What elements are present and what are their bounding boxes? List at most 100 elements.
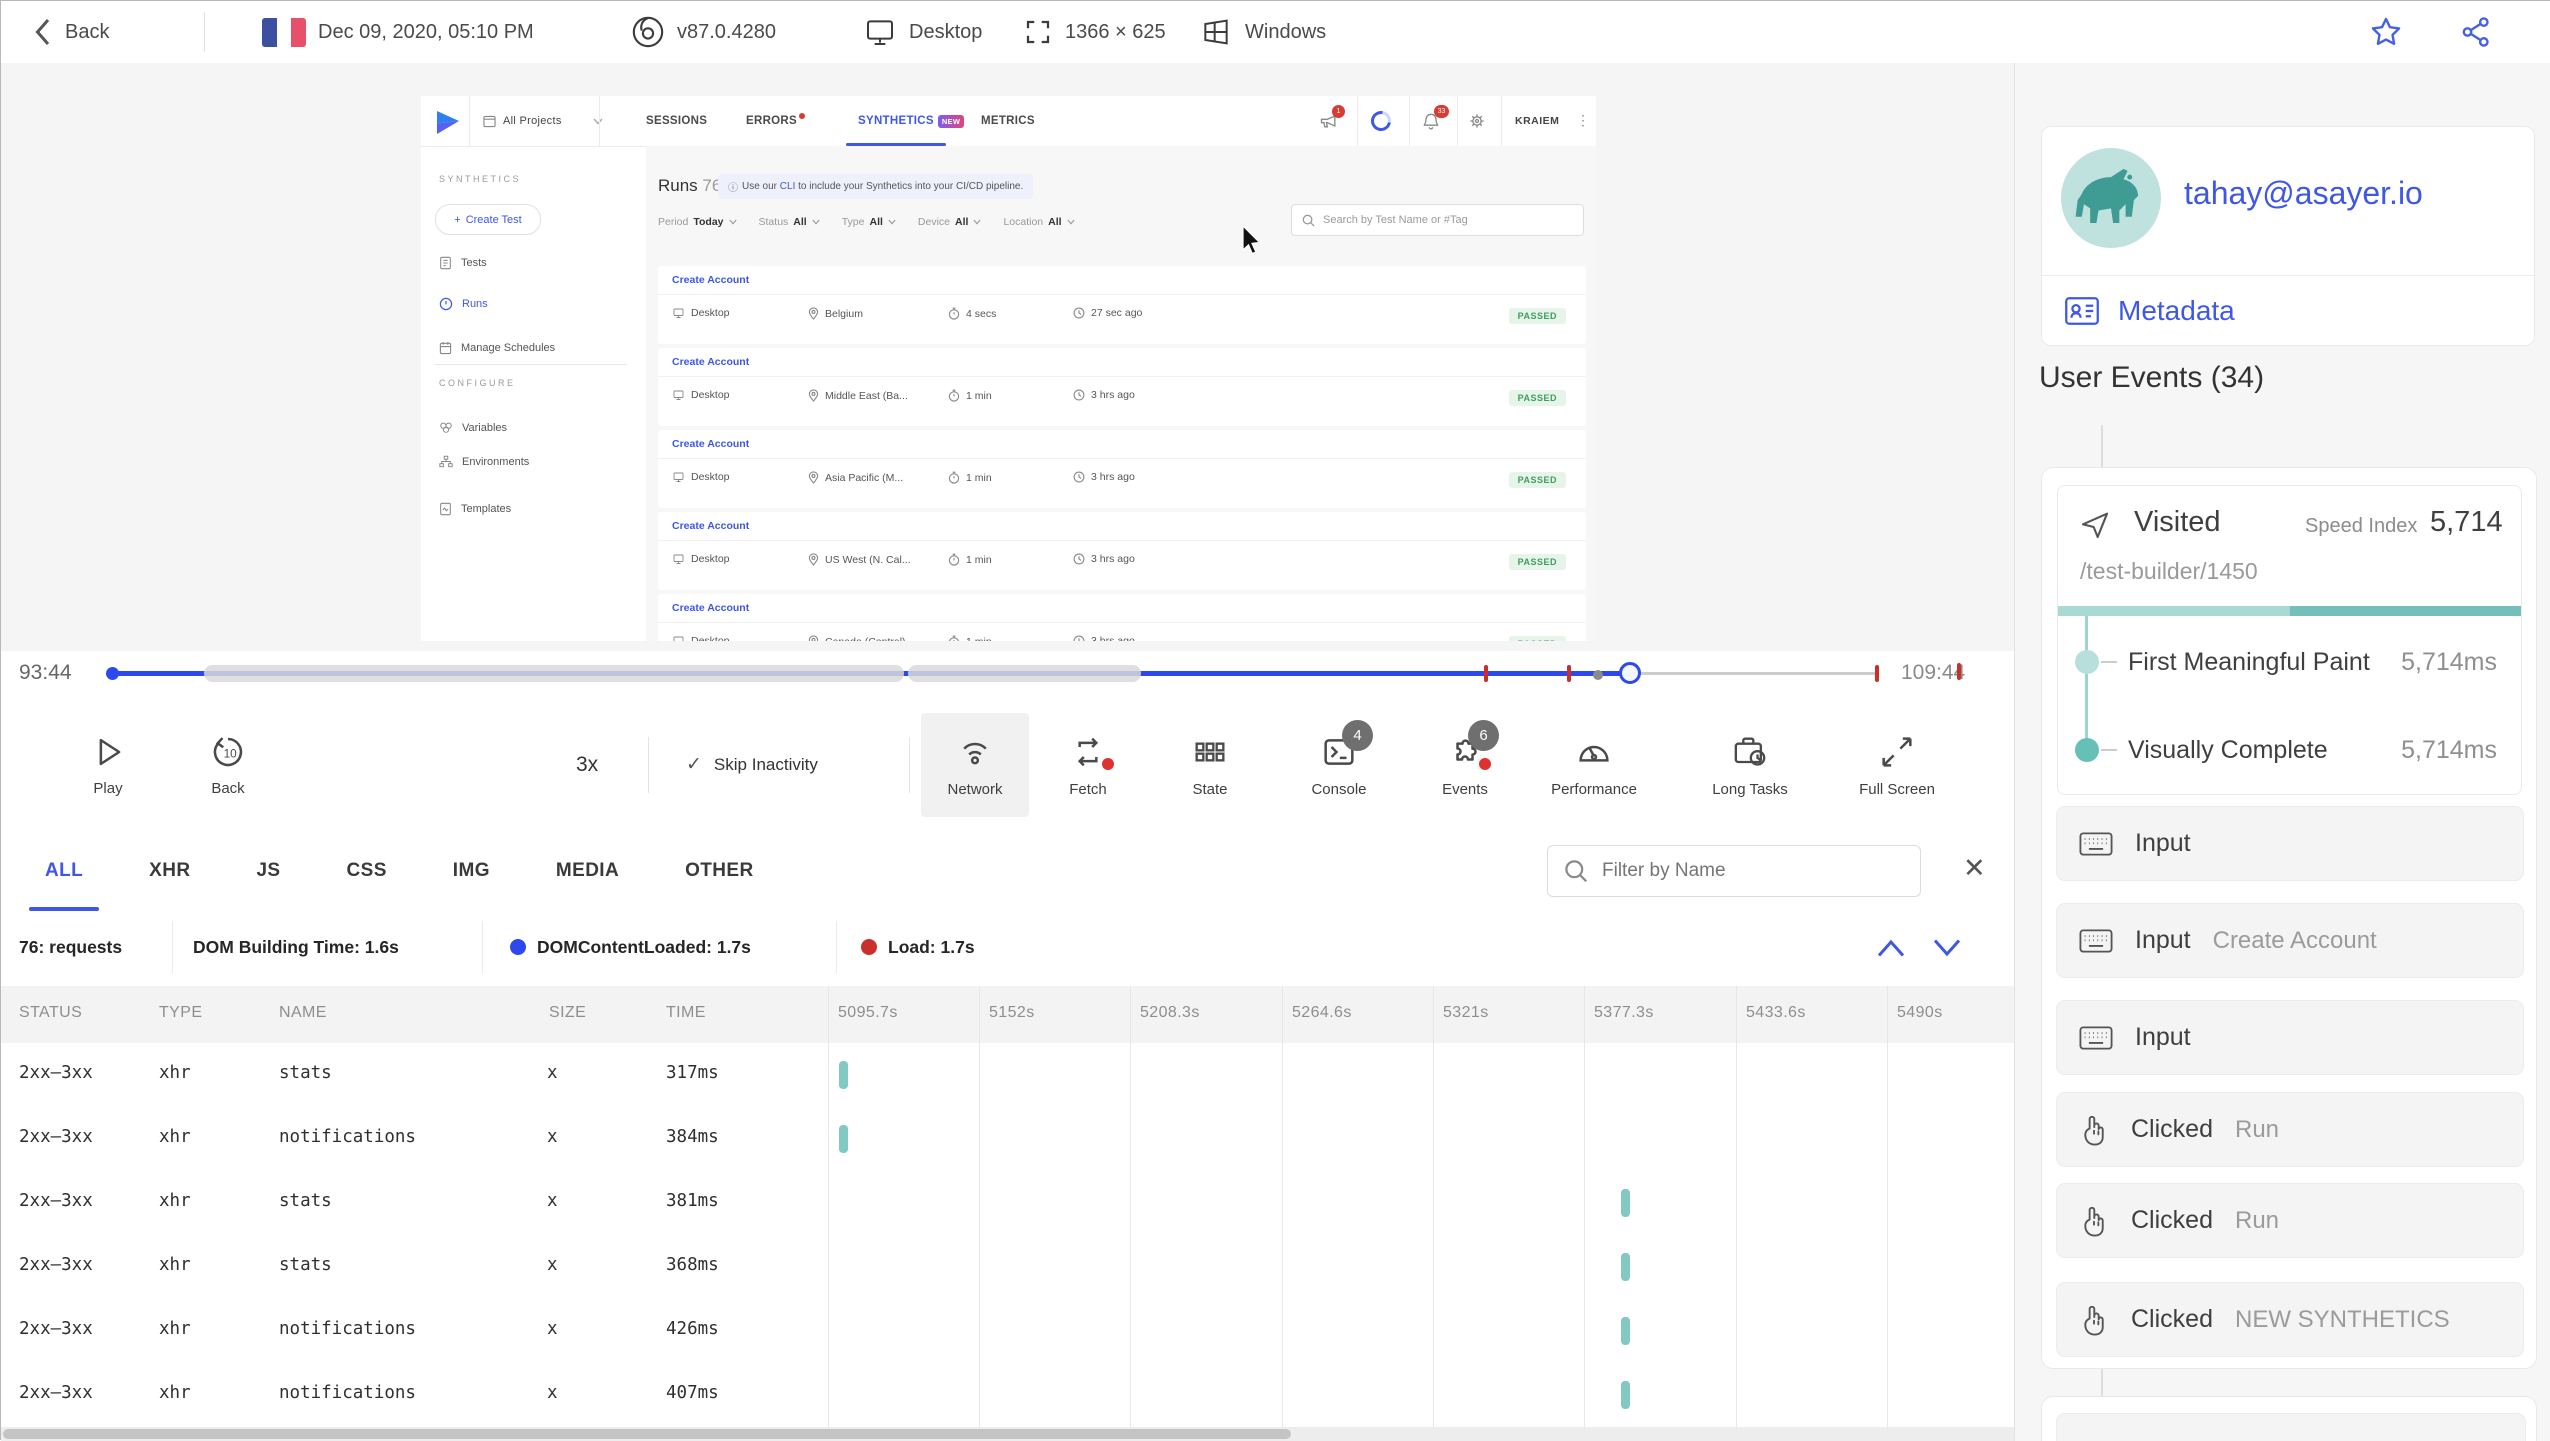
chevron-down-icon — [973, 219, 982, 225]
tab-errors: ERRORS — [746, 96, 806, 146]
nav-item-templates: Templates — [439, 502, 511, 516]
chevron-down-icon — [812, 219, 820, 225]
scrollbar-thumb[interactable] — [3, 1429, 1291, 1439]
network-filter-input[interactable] — [1600, 859, 1894, 883]
favorite-button[interactable] — [2369, 1, 2403, 63]
visited-url: /test-builder/1450 — [2080, 558, 2258, 584]
clock-icon — [1073, 471, 1085, 483]
col-time: TIME — [666, 1004, 706, 1021]
tab-other[interactable]: OTHER — [665, 831, 774, 911]
error-marker[interactable] — [1957, 663, 1961, 680]
error-marker[interactable] — [1875, 665, 1879, 682]
network-row[interactable]: 2xx–3xx xhr notifications x 426ms — [1, 1299, 2014, 1363]
full-screen-button[interactable]: Full Screen — [1831, 713, 1963, 817]
events-panel-button[interactable]: 6 Events — [1421, 713, 1509, 817]
horizontal-scrollbar[interactable] — [1, 1427, 2014, 1441]
event-marker-dot[interactable] — [1593, 670, 1603, 680]
search-icon — [1565, 860, 1588, 883]
test-search-box: Search by Test Name or #Tag — [1291, 204, 1584, 236]
network-row[interactable]: 2xx–3xx xhr notifications x 407ms — [1, 1363, 2014, 1427]
event-connector — [2101, 1369, 2103, 1396]
nav-item-environments: Environments — [439, 455, 529, 468]
col-name: NAME — [279, 1004, 327, 1021]
long-tasks-icon — [1734, 737, 1766, 766]
timeline-end-time: 109:44 — [1901, 661, 1966, 684]
request-waterfall-bar — [839, 1061, 848, 1089]
share-button[interactable] — [2459, 1, 2493, 63]
time-col: 5433.6s — [1746, 1004, 1806, 1021]
search-icon — [1302, 214, 1315, 227]
cli-link: CLI — [779, 181, 796, 192]
stopwatch-icon — [949, 635, 959, 641]
vc-value: 5,714ms — [2401, 736, 2497, 764]
skip-inactivity-toggle[interactable]: ✓ Skip Inactivity — [686, 753, 818, 776]
play-button[interactable]: Play — [76, 713, 140, 817]
load-time: Load: 1.7s — [861, 911, 975, 983]
error-marker[interactable] — [1484, 665, 1488, 682]
event-item-input[interactable]: Input — [2056, 806, 2524, 881]
fetch-panel-button[interactable]: Fetch — [1043, 713, 1133, 817]
tab-js[interactable]: JS — [236, 831, 300, 911]
keyboard-icon — [2079, 928, 2113, 953]
event-item-clicked[interactable]: Clicked NEW SYNTHETICS — [2056, 1282, 2524, 1357]
user-events-title: User Events (34) — [2039, 361, 2265, 394]
tab-css[interactable]: CSS — [327, 831, 407, 911]
tab-img[interactable]: IMG — [433, 831, 510, 911]
event-item-input[interactable]: Input Create Account — [2056, 903, 2524, 978]
close-panel-button[interactable]: ✕ — [1963, 853, 1986, 884]
monitor-icon — [673, 636, 684, 641]
network-row[interactable]: 2xx–3xx xhr notifications x 384ms — [1, 1107, 2014, 1171]
network-row[interactable]: 2xx–3xx xhr stats x 381ms — [1, 1171, 2014, 1235]
full-screen-icon — [1882, 737, 1912, 767]
user-email-link[interactable]: tahay@asayer.io — [2184, 175, 2423, 212]
console-panel-button[interactable]: 4 Console — [1291, 713, 1387, 817]
state-panel-button[interactable]: State — [1168, 713, 1252, 817]
visited-event-card[interactable]: Visited Speed Index 5,714 /test-builder/… — [2057, 485, 2522, 795]
jump-prev-button[interactable] — [1873, 935, 1909, 961]
col-size: SIZE — [549, 1004, 587, 1021]
location-pin-icon — [808, 471, 819, 484]
tab-xhr[interactable]: XHR — [129, 831, 210, 911]
chevron-down-icon — [593, 118, 603, 125]
nav-item-runs: Runs — [439, 297, 488, 311]
session-date: Dec 09, 2020, 05:10 PM — [318, 20, 534, 43]
jump-next-button[interactable] — [1929, 935, 1965, 961]
speed-toggle[interactable]: 3x — [576, 753, 598, 777]
divider — [2042, 275, 2534, 276]
tab-all[interactable]: ALL — [25, 831, 103, 911]
visited-label: Visited — [2134, 506, 2221, 538]
browser-version: v87.0.4280 — [677, 20, 776, 43]
replay-cursor-icon — [1242, 226, 1261, 255]
back-10s-button[interactable]: 10 Back — [196, 713, 260, 817]
project-selector: All Projects — [483, 96, 603, 146]
event-item-clicked[interactable]: Clicked Run — [2056, 1183, 2524, 1258]
player-controls: Play 10 Back 3x ✓ Skip Inactivity Networ… — [1, 701, 2014, 832]
error-marker[interactable] — [1567, 665, 1571, 682]
performance-panel-button[interactable]: Performance — [1528, 713, 1660, 817]
network-table-header: STATUS TYPE NAME SIZE TIME 5095.7s 5152s… — [1, 986, 2014, 1043]
long-tasks-panel-button[interactable]: Long Tasks — [1689, 713, 1811, 817]
bell-badge: 33 — [1434, 105, 1449, 118]
dcl-dot — [510, 939, 526, 955]
loading-spinner-icon — [1367, 107, 1395, 135]
time-col: 5377.3s — [1594, 1004, 1654, 1021]
device-info: Desktop — [863, 1, 982, 63]
stopwatch-icon — [948, 307, 960, 320]
network-row[interactable]: 2xx–3xx xhr stats x 368ms — [1, 1235, 2014, 1299]
visual-progress-bar — [2058, 606, 2521, 616]
network-row[interactable]: 2xx–3xx xhr stats x 317ms — [1, 1043, 2014, 1107]
console-count-badge: 4 — [1342, 720, 1373, 751]
visual-progress-complete — [2290, 606, 2521, 616]
metadata-button[interactable]: Metadata — [2064, 295, 2235, 327]
replay-stage: All Projects SESSIONS ERRORS SYNTHETICS … — [1, 63, 2014, 651]
timeline-remaining-track[interactable] — [1631, 672, 1879, 675]
tab-media[interactable]: MEDIA — [536, 831, 639, 911]
network-panel-button[interactable]: Network — [921, 713, 1029, 817]
event-item-input[interactable]: Input — [2056, 1000, 2524, 1075]
playhead-handle[interactable] — [1619, 662, 1641, 684]
stopwatch-icon — [948, 553, 960, 566]
avatar — [2061, 148, 2161, 248]
event-item-clicked[interactable]: Clicked Run — [2056, 1092, 2524, 1167]
back-button[interactable]: Back — [31, 1, 109, 63]
time-col: 5152s — [989, 1004, 1035, 1021]
